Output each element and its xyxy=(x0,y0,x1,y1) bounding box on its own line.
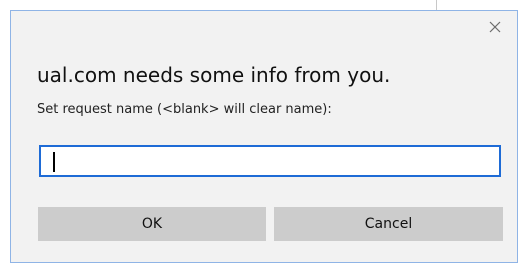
cancel-button[interactable]: Cancel xyxy=(274,207,503,241)
background-divider xyxy=(436,0,437,10)
close-button[interactable] xyxy=(485,17,505,37)
request-name-input[interactable] xyxy=(41,147,499,175)
close-icon xyxy=(489,21,501,33)
ok-button[interactable]: OK xyxy=(38,207,266,241)
dialog-headline: ual.com needs some info from you. xyxy=(37,63,391,87)
request-name-field[interactable] xyxy=(39,145,501,177)
prompt-label: Set request name (<blank> will clear nam… xyxy=(37,102,332,117)
text-caret xyxy=(53,152,55,172)
background-page xyxy=(0,0,522,10)
prompt-dialog: ual.com needs some info from you. Set re… xyxy=(10,10,518,263)
